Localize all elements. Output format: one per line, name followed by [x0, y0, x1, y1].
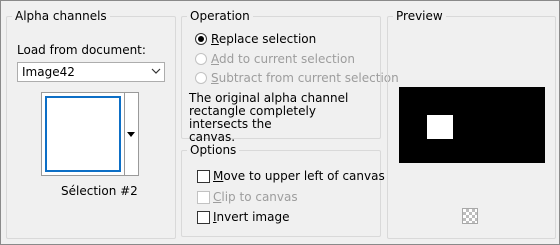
- document-select[interactable]: Image42: [17, 62, 165, 82]
- radio-subtract-from-selection[interactable]: Subtract from current selection: [195, 71, 399, 85]
- preview-title: Preview: [393, 9, 446, 24]
- checkbox[interactable]: [197, 169, 210, 183]
- selection-name-label: Sélection #2: [61, 184, 138, 198]
- transparency-checker-icon[interactable]: [462, 208, 478, 224]
- alpha-channels-title: Alpha channels: [12, 9, 110, 24]
- operation-description: The original alpha channel rectangle com…: [189, 92, 375, 144]
- dialog-frame: Alpha channels Load from document: Image…: [0, 0, 560, 245]
- options-title: Options: [187, 143, 240, 158]
- checkbox-clip-to-canvas[interactable]: Clip to canvas: [197, 190, 298, 204]
- radio-add-to-selection[interactable]: Add to current selection: [195, 52, 355, 66]
- checkbox[interactable]: [197, 210, 210, 224]
- thumbnail-dropdown-button[interactable]: [125, 92, 139, 176]
- preview-selection-rect: [427, 115, 453, 139]
- radio-replace-selection[interactable]: Replace selection: [195, 32, 316, 46]
- checkbox-label: Move to upper left of canvas: [213, 169, 385, 183]
- description-line-2: rectangle completely intersects the: [189, 104, 316, 131]
- preview-canvas: [399, 87, 545, 163]
- radio-button[interactable]: [195, 53, 207, 65]
- operation-title: Operation: [187, 9, 253, 24]
- alpha-channel-thumbnail-well: [41, 92, 125, 176]
- checkbox-invert-image[interactable]: Invert image: [197, 210, 289, 224]
- radio-label: Add to current selection: [211, 52, 355, 66]
- load-from-document-label: Load from document:: [17, 43, 146, 57]
- radio-label: Replace selection: [211, 32, 317, 46]
- alpha-channel-thumbnail[interactable]: [45, 96, 121, 172]
- document-select-value: Image42: [22, 65, 75, 79]
- checkbox-label: Clip to canvas: [213, 190, 298, 204]
- chevron-down-icon: [151, 68, 161, 74]
- radio-button[interactable]: [195, 72, 207, 84]
- radio-button[interactable]: [195, 33, 207, 45]
- checkbox-label: Invert image: [213, 210, 290, 224]
- radio-label: Subtract from current selection: [211, 71, 399, 85]
- dropdown-arrow-icon: [127, 132, 135, 137]
- checkbox-move-to-upper-left[interactable]: Move to upper left of canvas: [197, 169, 385, 183]
- checkbox[interactable]: [197, 190, 210, 204]
